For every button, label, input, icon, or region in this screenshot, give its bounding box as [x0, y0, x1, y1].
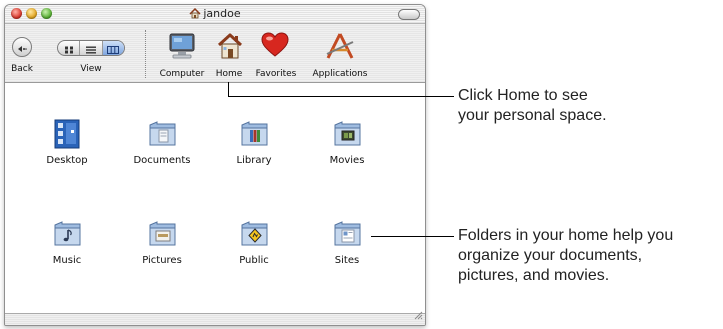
item-sites[interactable]: Sites: [307, 217, 387, 266]
item-pictures[interactable]: Pictures: [122, 217, 202, 266]
title-bar[interactable]: jandoe: [5, 5, 425, 24]
item-music[interactable]: Music: [27, 217, 107, 266]
column-view-button[interactable]: [101, 41, 124, 55]
item-desktop[interactable]: Desktop: [27, 117, 107, 166]
home-callout-line-1: Click Home to see: [458, 87, 588, 104]
home-mini-icon: [189, 7, 201, 22]
icon-view-icon: [64, 41, 74, 55]
folders-callout-line-2: organize your documents,: [458, 247, 643, 264]
toolbar: Back View Computer Home Favorites Applic…: [5, 24, 425, 83]
home-button[interactable]: [217, 32, 243, 64]
computer-button[interactable]: [167, 32, 197, 64]
folders-callout-leader: [371, 236, 454, 237]
item-label: Library: [236, 155, 272, 166]
home-callout-leader-vertical: [228, 82, 229, 96]
item-label: Public: [239, 255, 269, 266]
column-view-icon: [107, 41, 120, 55]
back-button[interactable]: [12, 37, 32, 57]
sites-folder-icon: [329, 217, 365, 251]
item-documents[interactable]: Documents: [122, 117, 202, 166]
pictures-folder-icon: [144, 217, 180, 251]
list-view-button[interactable]: [79, 41, 101, 55]
list-view-icon: [85, 41, 96, 55]
back-label: Back: [11, 64, 33, 74]
item-label: Documents: [133, 155, 191, 166]
folders-callout-text: Folders in your home help you organize y…: [458, 226, 673, 286]
item-label: Desktop: [46, 155, 88, 166]
item-library[interactable]: Library: [214, 117, 294, 166]
item-label: Music: [52, 255, 82, 266]
applications-button[interactable]: [325, 32, 355, 64]
folders-callout-line-3: pictures, and movies.: [458, 267, 610, 284]
item-label: Pictures: [142, 255, 182, 266]
computer-label: Computer: [159, 69, 205, 79]
item-label: Movies: [329, 155, 365, 166]
home-label: Home: [215, 69, 243, 79]
favorites-button[interactable]: [261, 32, 289, 62]
resize-grip-icon[interactable]: [414, 305, 423, 324]
home-callout-leader: [228, 96, 454, 97]
view-label: View: [80, 64, 102, 74]
folder-content: Desktop Documents Library Movies Music P…: [5, 83, 425, 313]
documents-folder-icon: [144, 117, 180, 151]
library-folder-icon: [236, 117, 272, 151]
home-callout-text: Click Home to see your personal space.: [458, 86, 607, 126]
desktop-icon: [49, 117, 85, 151]
toolbar-separator: [145, 30, 147, 78]
status-bar: [5, 311, 425, 325]
toolbar-toggle-button[interactable]: [398, 9, 420, 20]
icon-view-button[interactable]: [58, 41, 79, 55]
applications-icon: [325, 33, 355, 64]
music-folder-icon: [49, 217, 85, 251]
item-label: Sites: [334, 255, 360, 266]
home-callout-line-2: your personal space.: [458, 107, 607, 124]
heart-icon: [261, 32, 289, 62]
window-title: jandoe: [5, 7, 425, 22]
movies-folder-icon: [329, 117, 365, 151]
applications-label: Applications: [312, 69, 368, 79]
finder-window: jandoe Back View Computer Home Favorites…: [4, 4, 426, 326]
favorites-label: Favorites: [255, 69, 297, 79]
back-arrow-icon: [17, 38, 27, 57]
window-title-text: jandoe: [203, 7, 241, 20]
item-public[interactable]: Public: [214, 217, 294, 266]
item-movies[interactable]: Movies: [307, 117, 387, 166]
home-icon: [217, 33, 243, 64]
computer-icon: [167, 33, 197, 64]
view-switcher[interactable]: [57, 40, 125, 56]
folders-callout-line-1: Folders in your home help you: [458, 227, 674, 244]
public-folder-icon: [236, 217, 272, 251]
